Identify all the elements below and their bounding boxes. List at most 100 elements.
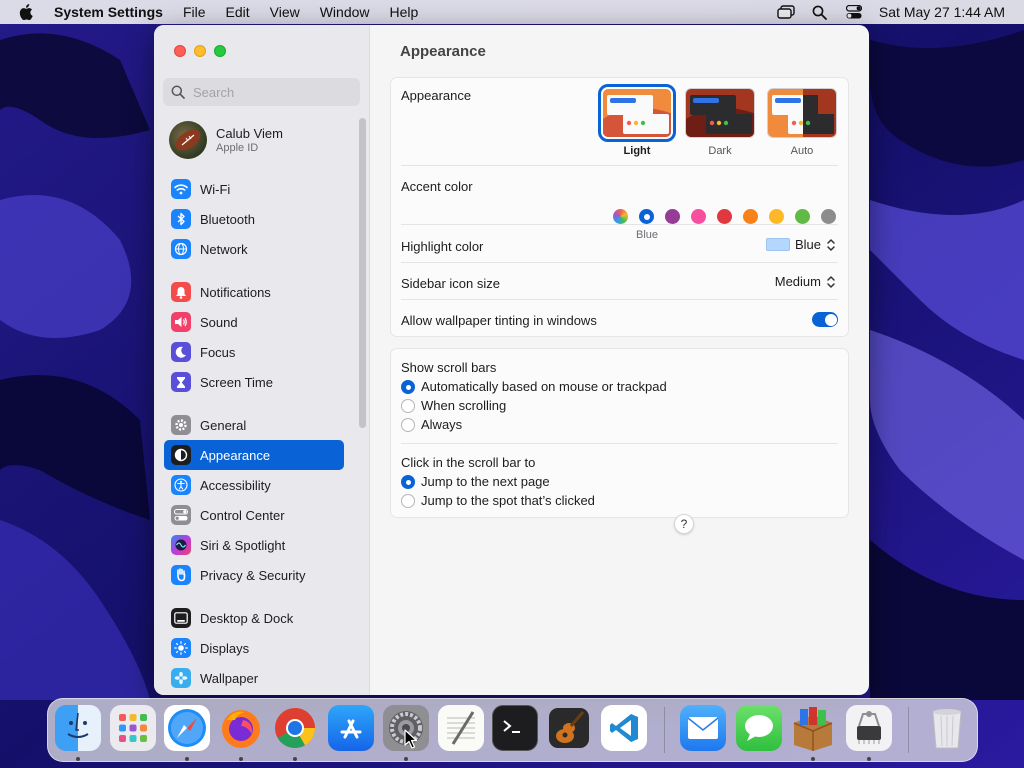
system-settings-window: Calub Viem Apple ID Wi-Fi Bluetooth Netw…: [154, 25, 869, 695]
menu-edit[interactable]: Edit: [216, 0, 260, 24]
sidebar-item-privacy-security[interactable]: Privacy & Security: [164, 560, 344, 590]
sidebar-item-general[interactable]: General: [164, 410, 344, 440]
textedit-icon[interactable]: [438, 705, 484, 751]
hand-icon: [171, 565, 191, 585]
sidebar-icon-size-popup[interactable]: Medium: [775, 274, 836, 289]
divider: [401, 224, 838, 225]
archive-utility-icon[interactable]: [790, 705, 836, 751]
sidebar-item-accessibility[interactable]: Accessibility: [164, 470, 344, 500]
show-scroll-bars-label: Show scroll bars: [401, 360, 497, 375]
click-scroll-bar-label: Click in the scroll bar to: [401, 455, 536, 470]
radio-jump-next-page[interactable]: Jump to the next page: [401, 474, 550, 489]
terminal-icon[interactable]: [492, 705, 538, 751]
theme-option-dark[interactable]: Dark: [683, 88, 757, 157]
radio-jump-spot-clicked[interactable]: Jump to the spot that’s clicked: [401, 493, 595, 508]
sidebar-item-label: Wallpaper: [200, 670, 259, 686]
safari-icon[interactable]: [164, 705, 210, 751]
menu-window[interactable]: Window: [310, 0, 380, 24]
accent-swatch[interactable]: [717, 209, 732, 224]
radio-button[interactable]: [401, 398, 415, 413]
accent-swatch-multicolor[interactable]: [613, 209, 628, 224]
sidebar-item-control-center[interactable]: Control Center: [164, 500, 344, 530]
garageband-icon[interactable]: [546, 705, 592, 751]
sidebar-item-appearance[interactable]: Appearance: [164, 440, 344, 470]
flower-icon: [171, 668, 191, 688]
menu-view[interactable]: View: [260, 0, 310, 24]
dock: [47, 698, 978, 762]
avatar: [169, 121, 207, 159]
chrome-icon[interactable]: [272, 705, 318, 751]
chevron-up-down-icon: [827, 238, 835, 251]
trash-icon[interactable]: [924, 705, 970, 751]
close-window-button[interactable]: [174, 45, 186, 57]
apple-id-profile[interactable]: Calub Viem Apple ID: [169, 118, 283, 162]
radio-scroll-always[interactable]: Always: [401, 417, 462, 432]
sidebar-search[interactable]: [163, 78, 360, 106]
radio-button[interactable]: [401, 474, 415, 489]
running-indicator: [867, 757, 871, 761]
radio-scroll-automatic[interactable]: Automatically based on mouse or trackpad: [401, 379, 667, 394]
sidebar-item-displays[interactable]: Displays: [164, 633, 344, 663]
sidebar-item-focus[interactable]: Focus: [164, 337, 344, 367]
wallpaper-tinting-toggle[interactable]: [812, 312, 838, 327]
help-button[interactable]: ?: [674, 514, 694, 534]
sidebar-item-label: Focus: [200, 344, 236, 360]
accent-swatch[interactable]: [795, 209, 810, 224]
radio-scroll-when-scrolling[interactable]: When scrolling: [401, 398, 506, 413]
finder-icon[interactable]: [55, 705, 101, 751]
minimize-window-button[interactable]: [194, 45, 206, 57]
menu-bar-clock[interactable]: Sat May 27 1:44 AM: [871, 4, 1024, 20]
theme-label-light: Light: [623, 145, 651, 157]
sidebar-item-sound[interactable]: Sound: [164, 307, 344, 337]
control-center-icon[interactable]: [837, 0, 871, 24]
theme-option-auto[interactable]: Auto: [765, 88, 839, 157]
theme-option-light[interactable]: Light: [598, 84, 676, 157]
radio-button[interactable]: [401, 493, 415, 508]
sidebar-item-siri-spotlight[interactable]: Siri & Spotlight: [164, 530, 344, 560]
sidebar-item-label: Bluetooth: [200, 211, 255, 227]
menu-file[interactable]: File: [173, 0, 216, 24]
sidebar-item-bluetooth[interactable]: Bluetooth: [164, 204, 344, 234]
launchpad-icon[interactable]: [110, 705, 156, 751]
menu-help[interactable]: Help: [380, 0, 429, 24]
moon-icon: [171, 342, 191, 362]
sidebar-item-wallpaper[interactable]: Wallpaper: [164, 663, 344, 693]
sidebar-item-label: General: [200, 417, 247, 433]
menu-app-name[interactable]: System Settings: [52, 0, 173, 24]
sidebar-item-screen-time[interactable]: Screen Time: [164, 367, 344, 397]
app-store-icon[interactable]: [328, 705, 374, 751]
accent-swatch[interactable]: [821, 209, 836, 224]
system-information-icon[interactable]: [846, 705, 892, 751]
appearance-icon: [171, 445, 191, 465]
radio-label: When scrolling: [421, 398, 507, 413]
speaker-icon: [171, 312, 191, 332]
sidebar-item-wifi[interactable]: Wi-Fi: [164, 174, 344, 204]
sidebar-item-network[interactable]: Network: [164, 234, 344, 264]
messages-icon[interactable]: [736, 705, 782, 751]
search-input[interactable]: [193, 84, 353, 100]
search-icon[interactable]: [803, 0, 837, 24]
dock-separator: [908, 707, 909, 753]
divider: [401, 299, 838, 300]
firefox-icon[interactable]: [218, 705, 264, 751]
vscode-icon[interactable]: [601, 705, 647, 751]
sidebar-item-desktop-dock[interactable]: Desktop & Dock: [164, 603, 344, 633]
radio-button[interactable]: [401, 417, 415, 432]
accent-swatch[interactable]: [743, 209, 758, 224]
radio-label: Always: [421, 417, 463, 432]
accent-swatch[interactable]: [691, 209, 706, 224]
search-icon: [171, 85, 185, 99]
accent-swatch[interactable]: [769, 209, 784, 224]
accent-swatch[interactable]: [665, 209, 680, 224]
sidebar-scrollbar[interactable]: [359, 118, 366, 428]
apple-menu-icon[interactable]: [0, 4, 52, 20]
accent-swatch[interactable]: [639, 209, 654, 224]
radio-button[interactable]: [401, 379, 415, 394]
mail-icon[interactable]: [680, 705, 726, 751]
highlight-color-popup[interactable]: Blue: [765, 237, 836, 252]
sidebar-item-label: Network: [200, 241, 248, 257]
zoom-window-button[interactable]: [214, 45, 226, 57]
profile-name: Calub Viem: [216, 126, 283, 141]
window-icon[interactable]: [769, 0, 803, 24]
sidebar-item-notifications[interactable]: Notifications: [164, 277, 344, 307]
